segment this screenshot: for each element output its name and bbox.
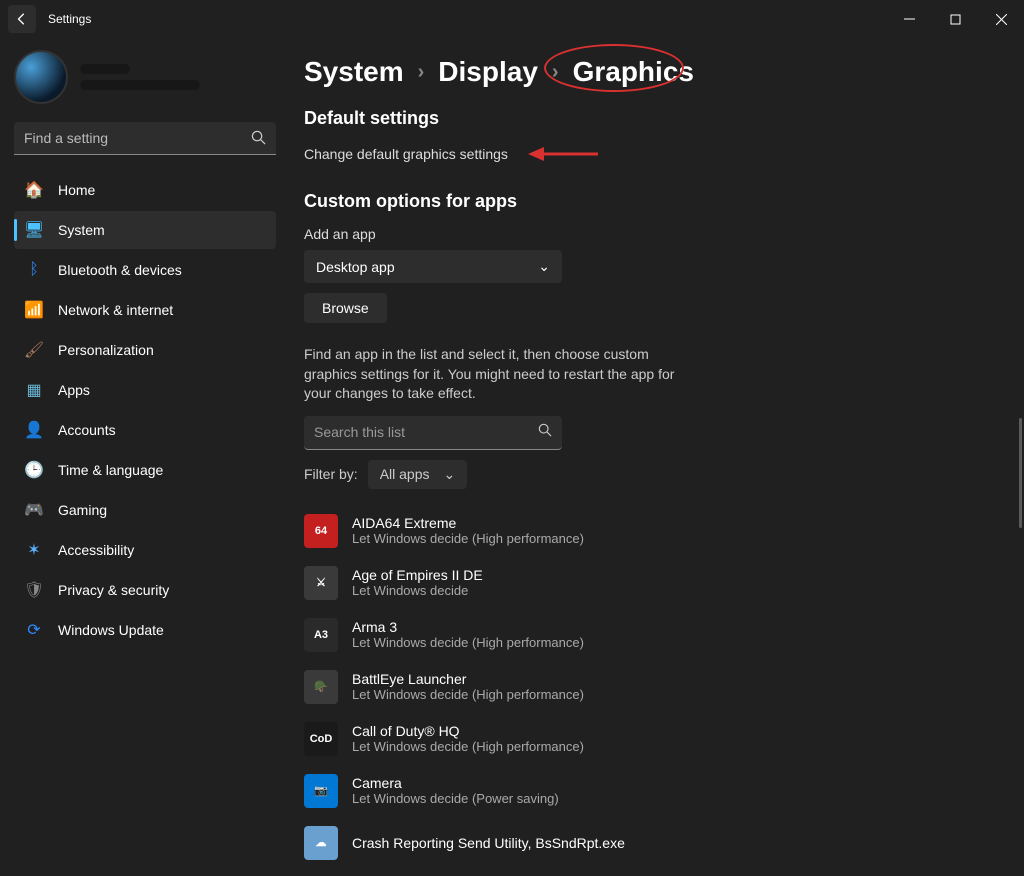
nav-network[interactable]: 📶Network & internet (14, 291, 276, 329)
app-name: Crash Reporting Send Utility, BsSndRpt.e… (352, 835, 625, 851)
app-icon: ☁ (304, 826, 338, 860)
app-subtitle: Let Windows decide (Power saving) (352, 791, 559, 806)
app-item[interactable]: A3 Arma 3 Let Windows decide (High perfo… (304, 609, 994, 661)
annotation-arrow (528, 143, 598, 165)
apps-icon: ▦ (24, 380, 44, 400)
app-name: Age of Empires II DE (352, 567, 483, 583)
app-item[interactable]: 📷 Camera Let Windows decide (Power savin… (304, 765, 994, 817)
maximize-icon (950, 14, 961, 25)
search-input[interactable] (14, 122, 276, 155)
nav-system[interactable]: 🖥System (14, 211, 276, 249)
nav-privacy[interactable]: 🛡Privacy & security (14, 571, 276, 609)
nav-gaming[interactable]: 🎮Gaming (14, 491, 276, 529)
app-subtitle: Let Windows decide (High performance) (352, 687, 584, 702)
system-icon: 🖥 (24, 220, 44, 240)
shield-icon: 🛡 (24, 580, 44, 600)
profile-name-redacted (80, 64, 130, 74)
maximize-button[interactable] (932, 3, 978, 35)
nav-bluetooth[interactable]: ᛒBluetooth & devices (14, 251, 276, 289)
default-settings-title: Default settings (304, 108, 994, 129)
app-item[interactable]: CoD Call of Duty® HQ Let Windows decide … (304, 713, 994, 765)
browse-button[interactable]: Browse (304, 293, 387, 323)
chevron-down-icon: ⌄ (538, 258, 550, 275)
nav-personalization[interactable]: 🖌Personalization (14, 331, 276, 369)
app-icon: ⚔ (304, 566, 338, 600)
custom-options-description: Find an app in the list and select it, t… (304, 345, 704, 404)
back-button[interactable] (8, 5, 36, 33)
chevron-down-icon: ⌄ (444, 466, 456, 483)
app-list: 64 AIDA64 Extreme Let Windows decide (Hi… (304, 505, 994, 869)
app-name: Call of Duty® HQ (352, 723, 584, 739)
back-arrow-icon (15, 12, 29, 26)
avatar (14, 50, 68, 104)
app-name: Camera (352, 775, 559, 791)
gamepad-icon: 🎮 (24, 500, 44, 520)
app-item[interactable]: ☁ Crash Reporting Send Utility, BsSndRpt… (304, 817, 994, 869)
change-default-graphics-link[interactable]: Change default graphics settings (304, 143, 994, 165)
chevron-right-icon: › (418, 61, 425, 84)
nav-list: 🏠Home 🖥System ᛒBluetooth & devices 📶Netw… (14, 171, 276, 649)
settings-search[interactable] (14, 122, 276, 155)
app-title: Settings (48, 12, 91, 26)
app-subtitle: Let Windows decide (High performance) (352, 739, 584, 754)
search-icon (538, 423, 552, 442)
app-item[interactable]: ⚔ Age of Empires II DE Let Windows decid… (304, 557, 994, 609)
search-icon (251, 130, 266, 150)
main-content: System › Display › Graphics Default sett… (290, 38, 1024, 876)
app-icon: A3 (304, 618, 338, 652)
bluetooth-icon: ᛒ (24, 260, 44, 280)
clock-icon: 🕒 (24, 460, 44, 480)
accessibility-icon: ✶ (24, 540, 44, 560)
sidebar: 🏠Home 🖥System ᛒBluetooth & devices 📶Netw… (0, 38, 290, 876)
close-icon (996, 14, 1007, 25)
crumb-system[interactable]: System (304, 56, 404, 88)
add-app-label: Add an app (304, 226, 994, 242)
app-icon: 🪖 (304, 670, 338, 704)
wifi-icon: 📶 (24, 300, 44, 320)
app-type-dropdown[interactable]: Desktop app ⌄ (304, 250, 562, 283)
profile-email-redacted (80, 80, 200, 90)
nav-time[interactable]: 🕒Time & language (14, 451, 276, 489)
app-subtitle: Let Windows decide (352, 583, 483, 598)
app-name: BattlEye Launcher (352, 671, 584, 687)
nav-accounts[interactable]: 👤Accounts (14, 411, 276, 449)
nav-home[interactable]: 🏠Home (14, 171, 276, 209)
home-icon: 🏠 (24, 180, 44, 200)
nav-accessibility[interactable]: ✶Accessibility (14, 531, 276, 569)
chevron-right-icon: › (552, 61, 559, 84)
update-icon: ⟳ (24, 620, 44, 640)
minimize-icon (904, 14, 915, 25)
app-subtitle: Let Windows decide (High performance) (352, 531, 584, 546)
app-item[interactable]: 🪖 BattlEye Launcher Let Windows decide (… (304, 661, 994, 713)
crumb-graphics: Graphics (573, 56, 694, 88)
app-icon: 64 (304, 514, 338, 548)
filter-label: Filter by: (304, 466, 358, 482)
filter-dropdown[interactable]: All apps ⌄ (368, 460, 468, 489)
close-button[interactable] (978, 3, 1024, 35)
nav-apps[interactable]: ▦Apps (14, 371, 276, 409)
app-name: Arma 3 (352, 619, 584, 635)
profile-section[interactable] (14, 50, 276, 104)
app-list-search[interactable] (304, 416, 562, 450)
scrollbar[interactable] (1019, 418, 1022, 528)
app-item[interactable]: 64 AIDA64 Extreme Let Windows decide (Hi… (304, 505, 994, 557)
app-name: AIDA64 Extreme (352, 515, 584, 531)
app-subtitle: Let Windows decide (High performance) (352, 635, 584, 650)
breadcrumb: System › Display › Graphics (304, 56, 994, 88)
brush-icon: 🖌 (24, 340, 44, 360)
crumb-display[interactable]: Display (438, 56, 538, 88)
nav-update[interactable]: ⟳Windows Update (14, 611, 276, 649)
minimize-button[interactable] (886, 3, 932, 35)
app-icon: 📷 (304, 774, 338, 808)
app-icon: CoD (304, 722, 338, 756)
list-search-input[interactable] (314, 424, 538, 440)
person-icon: 👤 (24, 420, 44, 440)
custom-options-title: Custom options for apps (304, 191, 994, 212)
